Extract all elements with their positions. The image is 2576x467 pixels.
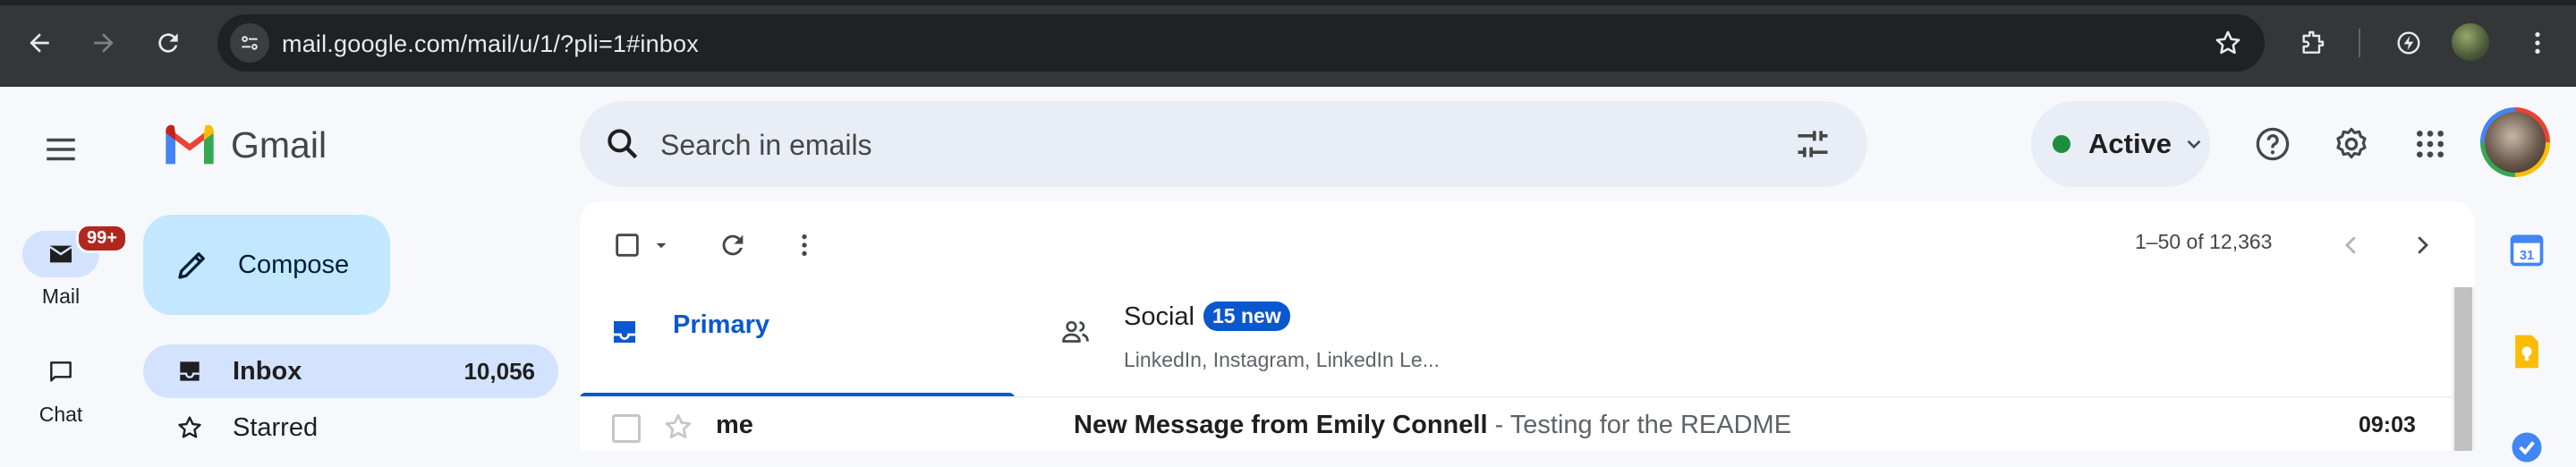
- chevron-down-icon: [2187, 140, 2201, 149]
- account-avatar[interactable]: [2480, 107, 2550, 177]
- main-menu-icon[interactable]: [32, 121, 89, 178]
- gmail-logo[interactable]: Gmail: [161, 121, 327, 169]
- url-text[interactable]: mail.google.com/mail/u/1/?pli=1#inbox: [282, 30, 699, 58]
- performance-icon[interactable]: [2385, 20, 2432, 66]
- reload-icon[interactable]: [145, 20, 191, 66]
- unread-badge: 99+: [76, 224, 128, 253]
- social-new-badge: 15 new: [1203, 301, 1290, 331]
- nav-label-inbox: Inbox: [233, 356, 302, 386]
- address-bar[interactable]: mail.google.com/mail/u/1/?pli=1#inbox: [217, 14, 2265, 72]
- site-info-icon[interactable]: [230, 23, 269, 63]
- star-icon: [174, 412, 206, 444]
- rail-label-mail: Mail: [41, 284, 81, 308]
- browser-tab-strip: [0, 0, 2576, 5]
- search-bar[interactable]: [580, 101, 1867, 187]
- refresh-icon[interactable]: [710, 223, 755, 267]
- search-icon[interactable]: [603, 124, 642, 164]
- inbox-icon: [614, 321, 635, 343]
- status-selector[interactable]: Active: [2031, 101, 2210, 187]
- rail-item-chat[interactable]: Chat: [0, 349, 122, 427]
- mail-rail-pill[interactable]: 99+: [22, 224, 128, 277]
- email-row[interactable]: me New Message from Emily Connell - Test…: [580, 400, 2459, 451]
- gmail-logo-text: Gmail: [231, 123, 327, 166]
- settings-gear-icon[interactable]: [2330, 123, 2373, 166]
- extensions-icon[interactable]: [2289, 20, 2335, 66]
- tab-social[interactable]: Social 15 new LinkedIn, Instagram, Linked…: [1015, 282, 1462, 398]
- svg-text:31: 31: [2520, 249, 2534, 263]
- calendar-icon[interactable]: 31: [2507, 230, 2546, 269]
- compose-button[interactable]: Compose: [143, 215, 390, 315]
- tasks-icon[interactable]: [2507, 428, 2546, 467]
- help-icon[interactable]: [2251, 123, 2294, 166]
- status-dot: [2053, 135, 2070, 153]
- next-page-icon[interactable]: [2400, 223, 2444, 267]
- search-input[interactable]: [659, 119, 1718, 171]
- gmail-logo-icon: [166, 124, 214, 165]
- profile-avatar[interactable]: [2452, 23, 2489, 61]
- nav-label-starred: Starred: [233, 412, 319, 442]
- rail-item-mail[interactable]: 99+ Mail: [0, 224, 128, 309]
- keep-icon[interactable]: [2507, 332, 2546, 371]
- social-subtitle: LinkedIn, Instagram, LinkedIn Le...: [1124, 348, 1440, 371]
- page-count: 1–50 of 12,363: [2135, 230, 2273, 253]
- tab-label-social-wrap: Social 15 new: [1124, 301, 1290, 332]
- chat-rail-pill[interactable]: [22, 349, 99, 395]
- inbox-count: 10,056: [463, 357, 535, 385]
- prev-page-icon[interactable]: [2329, 223, 2374, 267]
- nav-item-inbox[interactable]: Inbox 10,056: [143, 344, 558, 398]
- star-icon[interactable]: [662, 411, 694, 443]
- tabs-divider: [580, 396, 2452, 398]
- tab-label-social: Social: [1124, 302, 1194, 331]
- email-subject: New Message from Emily Connell: [1074, 411, 1488, 439]
- mail-list-panel: 1–50 of 12,363 Primary Social 15 new Link…: [580, 201, 2475, 451]
- back-icon[interactable]: [16, 20, 63, 66]
- select-dropdown-icon[interactable]: [639, 223, 684, 267]
- tab-primary[interactable]: Primary: [580, 282, 1015, 398]
- nav-item-starred[interactable]: Starred: [143, 401, 558, 454]
- rail-label-chat: Chat: [38, 403, 83, 426]
- more-options-icon[interactable]: [782, 223, 827, 267]
- email-subject-line: New Message from Emily Connell - Testing…: [1074, 411, 1791, 440]
- pencil-icon: [178, 252, 205, 279]
- status-label: Active: [2088, 128, 2172, 159]
- inbox-icon: [174, 355, 206, 387]
- toolbar-divider: [2359, 29, 2360, 57]
- more-icon[interactable]: [2514, 20, 2561, 66]
- email-sender: me: [716, 411, 753, 439]
- scrollbar-thumb[interactable]: [2454, 287, 2472, 451]
- compose-label: Compose: [238, 250, 350, 279]
- email-time: 09:03: [2359, 412, 2416, 437]
- people-icon: [1062, 320, 1089, 343]
- row-checkbox[interactable]: [612, 414, 641, 443]
- tab-label-primary: Primary: [673, 310, 770, 339]
- email-snippet: - Testing for the README: [1487, 411, 1792, 439]
- apps-grid-icon[interactable]: [2409, 123, 2452, 166]
- bookmark-star-icon[interactable]: [2213, 28, 2243, 58]
- search-options-icon[interactable]: [1793, 124, 1832, 164]
- forward-icon[interactable]: [81, 20, 127, 66]
- avatar-photo: [2485, 112, 2546, 173]
- chat-icon: [50, 361, 72, 382]
- mail-icon: [49, 245, 72, 263]
